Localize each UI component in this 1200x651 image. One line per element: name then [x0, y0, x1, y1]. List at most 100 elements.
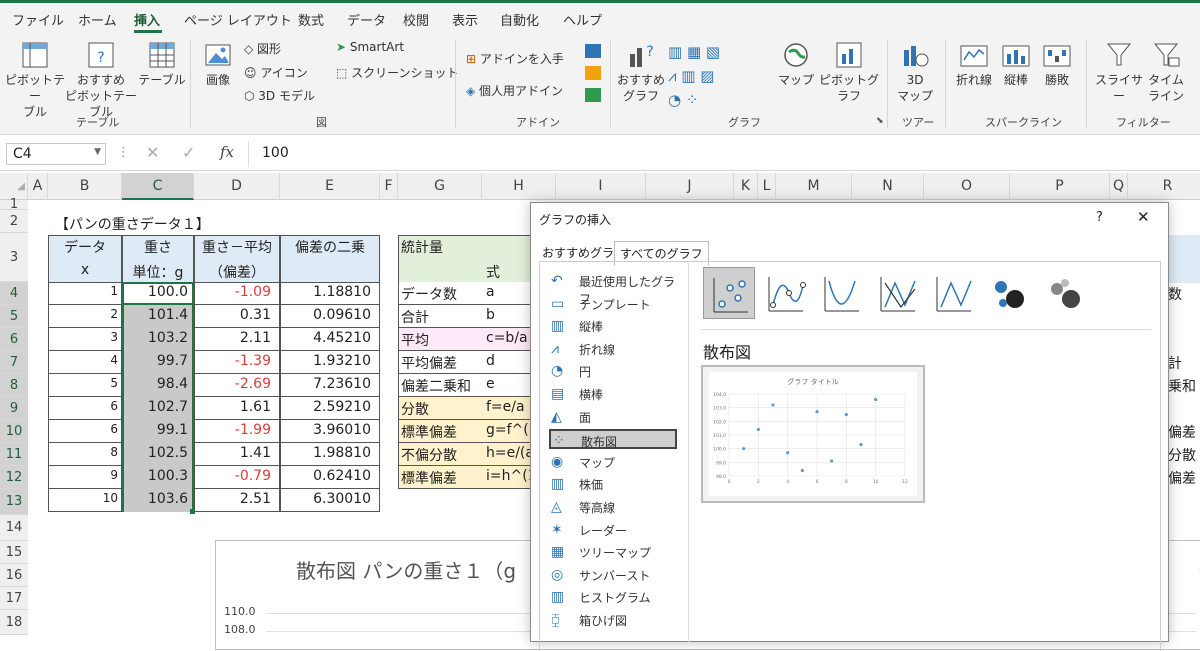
cell-weight[interactable]: 100.3 — [122, 466, 194, 489]
chevron-down-icon[interactable]: ▼ — [94, 147, 101, 157]
tab-help[interactable]: ヘルプ — [563, 10, 602, 29]
row-header-11[interactable]: 11 — [0, 443, 28, 466]
name-box[interactable]: C4 ▼ — [6, 143, 106, 165]
sparkline-column-button[interactable]: 縦棒 — [996, 40, 1036, 88]
cell-deviation[interactable]: -1.39 — [194, 351, 280, 374]
image-button[interactable]: 画像 — [197, 40, 239, 88]
right-partial-cell[interactable]: 分散 — [1168, 445, 1196, 465]
cell-x[interactable]: 5 — [48, 374, 122, 397]
column-header-k[interactable]: K — [734, 173, 758, 200]
get-addins-button[interactable]: ⊞ アドインを入手 — [466, 50, 564, 67]
cell-x[interactable]: 6 — [48, 397, 122, 420]
scatter-chart-icon[interactable]: ⁘ — [686, 91, 699, 109]
cell-deviation[interactable]: -1.09 — [194, 282, 280, 305]
column-header-n[interactable]: N — [852, 173, 924, 200]
tab-automate[interactable]: 自動化 — [500, 10, 539, 29]
chart-type-icons[interactable]: ▥ ▦ ▧ ⩘ ▥ ▨ ◔ ⁘ — [668, 40, 720, 112]
cancel-icon[interactable]: ✕ — [146, 143, 159, 162]
row-header-8[interactable]: 8 — [0, 374, 28, 397]
cell-deviation[interactable]: -2.69 — [194, 374, 280, 397]
maps-button[interactable]: マップ — [776, 40, 816, 88]
waterfall-chart-icon[interactable]: ▧ — [706, 43, 720, 61]
sheet-title[interactable]: 【パンの重さデータ１】 — [55, 214, 210, 234]
stats-header[interactable]: 統計量 — [401, 237, 443, 257]
stats-formula[interactable]: d — [486, 353, 495, 369]
chart-type-15[interactable]: ⧮ 箱ひげ図 — [549, 610, 677, 630]
right-partial-cell[interactable]: 数 — [1168, 284, 1182, 304]
timeline-button[interactable]: タイム ライン — [1146, 40, 1186, 104]
cell-deviation[interactable]: 1.61 — [194, 397, 280, 420]
tab-data[interactable]: データ — [347, 10, 386, 29]
column-header-i[interactable]: I — [556, 173, 646, 200]
row-header-17[interactable]: 17 — [0, 587, 28, 610]
cell-weight[interactable]: 103.6 — [122, 489, 194, 512]
fill-handle[interactable] — [190, 509, 195, 514]
recommended-charts-button[interactable]: ? おすすめ グラフ — [614, 40, 668, 104]
column-header-r[interactable]: R — [1128, 173, 1200, 200]
table-button[interactable]: テーブル — [138, 40, 186, 88]
chart-type-8[interactable]: ◉ マップ — [549, 452, 677, 472]
scatter-subtype-smooth[interactable] — [815, 267, 867, 319]
stats-name[interactable]: 偏差二乗和 — [401, 376, 471, 396]
row-header-2[interactable]: 2 — [0, 210, 28, 233]
scatter-subtype-smooth-markers[interactable] — [759, 267, 811, 319]
dialog-launcher-icon[interactable]: ⬊ — [876, 116, 884, 126]
cell-deviation[interactable]: 2.11 — [194, 328, 280, 351]
recommended-pivot-button[interactable]: ? おすすめ ピボットテーブル — [62, 40, 140, 120]
column-chart-icon[interactable]: ▥ — [668, 43, 687, 61]
stats-formula[interactable]: i=h^(1 — [486, 468, 537, 484]
cell-squared[interactable]: 2.59210 — [280, 397, 380, 420]
row-header-14[interactable]: 14 — [0, 515, 28, 541]
stats-formula[interactable]: f=e/a — [486, 399, 525, 415]
cell-deviation[interactable]: 0.31 — [194, 305, 280, 328]
cell-x[interactable]: 9 — [48, 466, 122, 489]
row-header-15[interactable]: 15 — [0, 541, 28, 564]
row-header-13[interactable]: 13 — [0, 489, 28, 515]
right-partial-cell[interactable]: 計 — [1168, 353, 1182, 373]
hierarchy-chart-icon[interactable]: ▦ — [687, 43, 706, 61]
stats-formula[interactable]: b — [486, 307, 495, 323]
scatter-subtype-straight[interactable] — [927, 267, 979, 319]
column-header-l[interactable]: L — [758, 173, 776, 200]
insert-function-icon[interactable]: fx — [220, 143, 234, 161]
cell-weight[interactable]: 99.1 — [122, 420, 194, 443]
row-header-18[interactable]: 18 — [0, 610, 28, 635]
cell-x[interactable]: 6 — [48, 420, 122, 443]
stat-chart-icon[interactable]: ▥ — [681, 67, 700, 85]
pivot-chart-button[interactable]: ピボットグラフ — [816, 40, 882, 104]
column-header-g[interactable]: G — [398, 173, 482, 200]
row-header-12[interactable]: 12 — [0, 466, 28, 489]
enter-icon[interactable]: ✓ — [182, 143, 195, 162]
cell-x[interactable]: 3 — [48, 328, 122, 351]
cell-weight[interactable]: 101.4 — [122, 305, 194, 328]
sparkline-winloss-button[interactable]: 勝敗 — [1036, 40, 1078, 88]
stats-name[interactable]: 不偏分散 — [401, 445, 457, 465]
pie-chart-icon[interactable]: ◔ — [668, 91, 686, 109]
smartart-button[interactable]: ➤ SmartArt — [336, 40, 404, 54]
cell-squared[interactable]: 7.23610 — [280, 374, 380, 397]
map3d-button[interactable]: 3D マップ — [893, 40, 937, 104]
people-graph-icon[interactable] — [585, 88, 601, 102]
chart-type-5[interactable]: ▤ 横棒 — [549, 384, 677, 404]
cell-squared[interactable]: 3.96010 — [280, 420, 380, 443]
column-header-c[interactable]: C — [122, 173, 194, 200]
cell-squared[interactable]: 1.18810 — [280, 282, 380, 305]
stats-formula-header[interactable]: 式 — [486, 262, 500, 282]
tab-formulas[interactable]: 数式 — [298, 10, 324, 29]
column-header-p[interactable]: P — [1010, 173, 1110, 200]
scatter-subtype-markers[interactable] — [703, 267, 755, 319]
chart-type-3[interactable]: ⩘ 折れ線 — [549, 339, 677, 359]
bubble-3d-subtype[interactable] — [1039, 267, 1091, 319]
column-header-b[interactable]: B — [48, 173, 122, 200]
column-header-o[interactable]: O — [924, 173, 1010, 200]
chart-type-4[interactable]: ◔ 円 — [549, 361, 677, 381]
row-header-4[interactable]: 4 — [0, 282, 28, 305]
column-header-q[interactable]: Q — [1110, 173, 1128, 200]
bing-icon[interactable] — [585, 66, 601, 80]
row-header-16[interactable]: 16 — [0, 564, 28, 587]
chart-type-0[interactable]: ↶ 最近使用したグラフ — [549, 271, 677, 306]
column-header-h[interactable]: H — [482, 173, 556, 200]
right-partial-cell[interactable]: 偏差 — [1168, 422, 1196, 442]
cell-deviation[interactable]: -0.79 — [194, 466, 280, 489]
cell-squared[interactable]: 4.45210 — [280, 328, 380, 351]
